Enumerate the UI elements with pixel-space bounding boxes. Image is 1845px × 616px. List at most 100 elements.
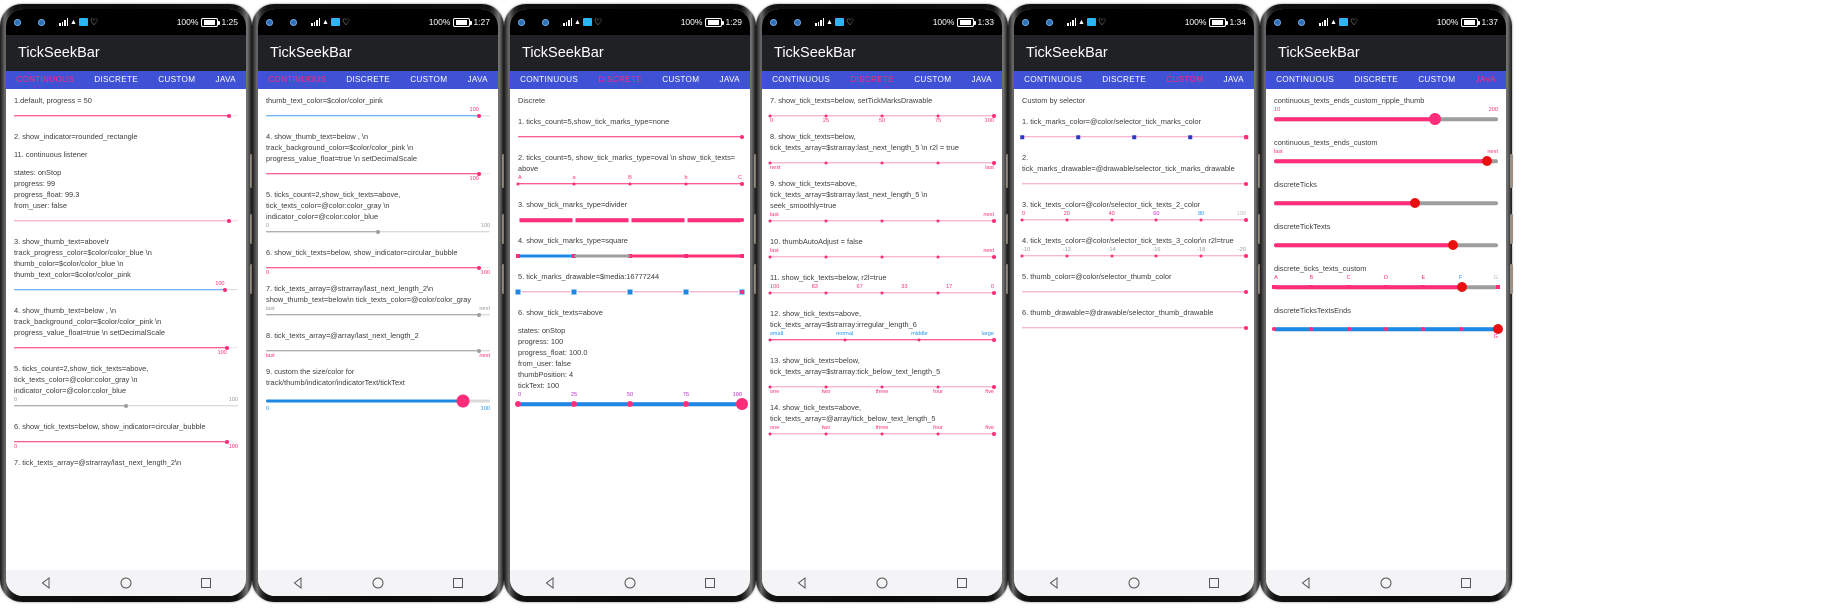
- tab-continuous[interactable]: CONTINUOUS: [1266, 71, 1344, 89]
- seekbar[interactable]: 0 100: [14, 397, 238, 414]
- back-icon[interactable]: [796, 577, 808, 589]
- seekbar-thumb[interactable]: [1457, 282, 1468, 292]
- seekbar[interactable]: [516, 212, 744, 228]
- tab-custom[interactable]: CUSTOM: [400, 71, 457, 89]
- recents-icon[interactable]: [956, 577, 968, 589]
- seekbar[interactable]: [1022, 176, 1248, 192]
- seekbar[interactable]: [514, 284, 746, 300]
- home-icon[interactable]: [372, 577, 384, 589]
- seekbar-thumb[interactable]: [124, 404, 128, 408]
- seekbar-thumb[interactable]: [1244, 135, 1248, 139]
- seekbar[interactable]: -10 -12 -14 -16 -18 -20: [1020, 247, 1248, 264]
- home-icon[interactable]: [120, 577, 132, 589]
- seekbar[interactable]: 0 20 40 60 80 100: [1020, 211, 1248, 228]
- seekbar[interactable]: 0 100: [14, 434, 238, 450]
- screen-content[interactable]: thumb_text_color=$color/color_pink 100 4. …: [258, 89, 498, 570]
- screen-content[interactable]: Custom by selector 1. tick_marks_color=@c…: [1014, 89, 1254, 570]
- home-icon[interactable]: [876, 577, 888, 589]
- seekbar-thumb[interactable]: [476, 349, 481, 353]
- home-icon[interactable]: [1128, 577, 1140, 589]
- seekbar-thumb[interactable]: [992, 385, 996, 389]
- back-icon[interactable]: [1048, 577, 1060, 589]
- seekbar[interactable]: one two three four five: [768, 379, 996, 395]
- tab-continuous[interactable]: CONTINUOUS: [6, 71, 84, 89]
- seekbar-thumb[interactable]: [1244, 254, 1248, 258]
- seekbar[interactable]: 0 100: [266, 223, 490, 240]
- tab-continuous[interactable]: CONTINUOUS: [510, 71, 588, 89]
- seekbar-thumb[interactable]: [476, 266, 481, 270]
- seekbar-thumb[interactable]: [1481, 156, 1492, 166]
- screen-content[interactable]: Discrete 1. ticks_count=5,show_tick_marks…: [510, 89, 750, 570]
- seekbar[interactable]: 0 25 50 75 100: [768, 108, 996, 124]
- seekbar[interactable]: last next: [266, 343, 490, 359]
- seekbar[interactable]: 0 100: [266, 390, 490, 412]
- tab-continuous[interactable]: CONTINUOUS: [1014, 71, 1092, 89]
- seekbar-thumb[interactable]: [1410, 198, 1421, 208]
- back-icon[interactable]: [40, 577, 52, 589]
- recents-icon[interactable]: [452, 577, 464, 589]
- seekbar-thumb[interactable]: [992, 161, 996, 165]
- tab-custom[interactable]: CUSTOM: [1408, 71, 1465, 89]
- tab-custom[interactable]: CUSTOM: [148, 71, 205, 89]
- tab-java[interactable]: JAVA: [457, 71, 498, 89]
- seekbar-thumb[interactable]: [1244, 326, 1248, 330]
- tab-custom[interactable]: CUSTOM: [652, 71, 709, 89]
- tab-custom[interactable]: CUSTOM: [904, 71, 961, 89]
- screen-content[interactable]: 7. show_tick_texts=below, setTickMarksDr…: [762, 89, 1002, 570]
- seekbar-thumb[interactable]: [740, 218, 744, 222]
- seekbar-thumb[interactable]: [227, 114, 232, 118]
- seekbar[interactable]: 100: [266, 166, 490, 182]
- tab-discrete[interactable]: DISCRETE: [588, 71, 652, 89]
- seekbar[interactable]: 100 83 67 33 17 0: [768, 284, 996, 301]
- seekbar-thumb[interactable]: [476, 313, 481, 317]
- tab-discrete[interactable]: DISCRETE: [840, 71, 904, 89]
- tab-custom[interactable]: CUSTOM: [1156, 71, 1213, 89]
- tab-java[interactable]: JAVA: [961, 71, 1002, 89]
- tab-discrete[interactable]: DISCRETE: [336, 71, 400, 89]
- seekbar-thumb[interactable]: [1429, 113, 1442, 125]
- home-icon[interactable]: [1380, 577, 1392, 589]
- seekbar-thumb[interactable]: [736, 398, 748, 410]
- screen-content[interactable]: 1.default, progress = 50 2. show_indicato…: [6, 89, 246, 570]
- seekbar-thumb[interactable]: [1448, 240, 1459, 250]
- tab-continuous[interactable]: CONTINUOUS: [762, 71, 840, 89]
- seekbar-thumb[interactable]: [992, 219, 996, 223]
- seekbar[interactable]: 100: [14, 281, 238, 298]
- seekbar[interactable]: [516, 248, 744, 264]
- seekbar-thumb[interactable]: [1493, 324, 1503, 334]
- seekbar-thumb[interactable]: [376, 230, 380, 234]
- seekbar[interactable]: 100: [14, 340, 238, 356]
- back-icon[interactable]: [544, 577, 556, 589]
- seekbar[interactable]: last next: [266, 306, 490, 323]
- recents-icon[interactable]: [1460, 577, 1472, 589]
- screen-content[interactable]: continuous_texts_ends_custom_ripple_thum…: [1266, 89, 1506, 570]
- tab-discrete[interactable]: DISCRETE: [1344, 71, 1408, 89]
- seekbar-thumb[interactable]: [992, 338, 996, 342]
- seekbar[interactable]: last next: [768, 248, 996, 265]
- seekbar[interactable]: A B C D E F G: [1272, 275, 1500, 298]
- seekbar-thumb[interactable]: [740, 254, 744, 258]
- seekbar-thumb[interactable]: [1244, 218, 1248, 222]
- seekbar[interactable]: last next: [768, 212, 996, 229]
- seekbar-thumb[interactable]: [222, 288, 227, 292]
- tab-java[interactable]: JAVA: [709, 71, 750, 89]
- tab-continuous[interactable]: CONTINUOUS: [258, 71, 336, 89]
- seekbar-thumb[interactable]: [224, 440, 229, 444]
- seekbar[interactable]: [1020, 129, 1248, 145]
- seekbar[interactable]: [1274, 234, 1498, 256]
- tab-java[interactable]: JAVA: [1465, 71, 1506, 89]
- seekbar[interactable]: last next: [1274, 149, 1498, 172]
- seekbar-thumb[interactable]: [992, 114, 996, 118]
- seekbar[interactable]: [1022, 284, 1248, 300]
- seekbar[interactable]: 100: [266, 107, 490, 124]
- seekbar[interactable]: [1022, 320, 1248, 336]
- seekbar[interactable]: small normal middle large: [768, 331, 996, 348]
- seekbar-thumb[interactable]: [1244, 290, 1248, 294]
- tab-discrete[interactable]: DISCRETE: [1092, 71, 1156, 89]
- recents-icon[interactable]: [1208, 577, 1220, 589]
- seekbar-thumb[interactable]: [992, 255, 996, 259]
- seekbar-thumb[interactable]: [456, 394, 470, 408]
- seekbar[interactable]: [518, 129, 744, 145]
- recents-icon[interactable]: [200, 577, 212, 589]
- seekbar[interactable]: 10 200: [1274, 107, 1498, 130]
